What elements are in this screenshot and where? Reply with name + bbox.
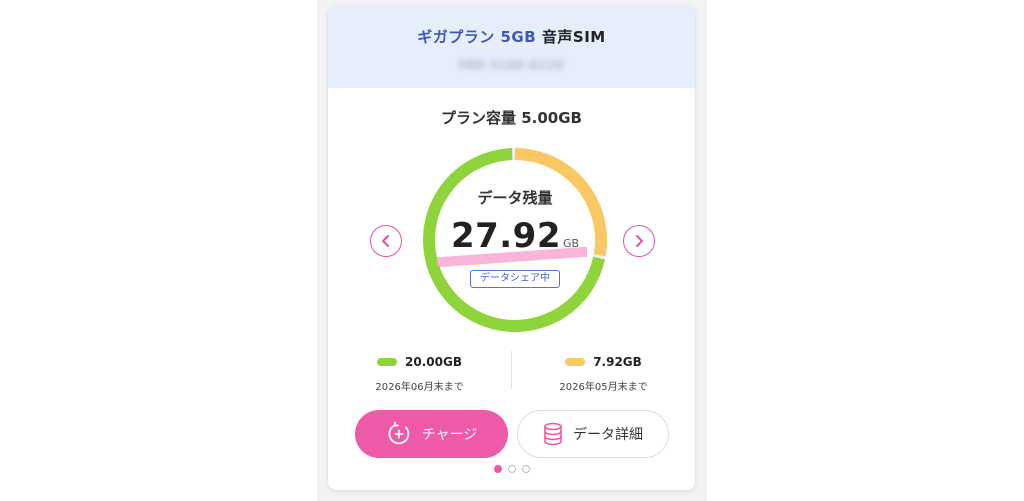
plan-name: ギガプラン 5GB — [417, 28, 537, 46]
remaining-data-value: 27.92 — [450, 216, 561, 256]
plan-title: ギガプラン 5GB 音声SIM — [328, 26, 695, 47]
breakdown-expiry: 2026年06月末まで — [375, 382, 464, 393]
prev-plan-button[interactable] — [370, 225, 402, 257]
next-plan-button[interactable] — [623, 225, 655, 257]
card-header: ギガプラン 5GB 音声SIM 080-3100-0220 — [328, 6, 695, 88]
pager-dot-1[interactable] — [493, 465, 502, 473]
breakdown-item-yellow: 7.92GB 2026年05月末まで — [512, 351, 695, 393]
breakdown-amount: 7.92GB — [593, 355, 642, 369]
plan-type: 音声SIM — [541, 28, 606, 46]
data-detail-button[interactable]: データ詳細 — [517, 410, 669, 458]
charge-button-label: チャージ — [421, 426, 478, 442]
data-breakdown: 20.00GB 2026年06月末まで 7.92GB 2026年05月末まで — [328, 351, 695, 393]
data-share-badge: データシェア中 — [470, 270, 560, 288]
charge-button[interactable]: チャージ — [355, 410, 508, 458]
pager-dot-2[interactable] — [507, 465, 516, 473]
yellow-legend-pill — [565, 358, 586, 366]
breakdown-expiry: 2026年05月末まで — [559, 382, 648, 393]
chevron-left-icon — [382, 235, 389, 247]
gauge-label: データ残量 — [477, 189, 553, 207]
data-usage-card: ギガプラン 5GB 音声SIM 080-3100-0220 プラン容量 5.00… — [328, 6, 695, 490]
chevron-right-icon — [636, 235, 643, 247]
data-detail-button-label: データ詳細 — [573, 426, 643, 442]
action-buttons: チャージ データ詳細 — [355, 410, 669, 458]
pager-dot-3[interactable] — [521, 465, 530, 473]
data-remaining-gauge: データ残量 27.92 GB データシェア中 — [415, 140, 615, 340]
phone-number-masked: 080-3100-0220 — [458, 58, 565, 72]
charge-plus-icon — [388, 421, 410, 445]
remaining-data-unit: GB — [562, 237, 580, 250]
breakdown-item-green: 20.00GB 2026年06月末まで — [328, 351, 511, 393]
breakdown-amount: 20.00GB — [405, 355, 462, 369]
pager-dots — [328, 465, 695, 473]
plan-capacity: プラン容量 5.00GB — [441, 109, 582, 127]
green-legend-pill — [377, 358, 398, 366]
database-icon — [544, 422, 562, 446]
